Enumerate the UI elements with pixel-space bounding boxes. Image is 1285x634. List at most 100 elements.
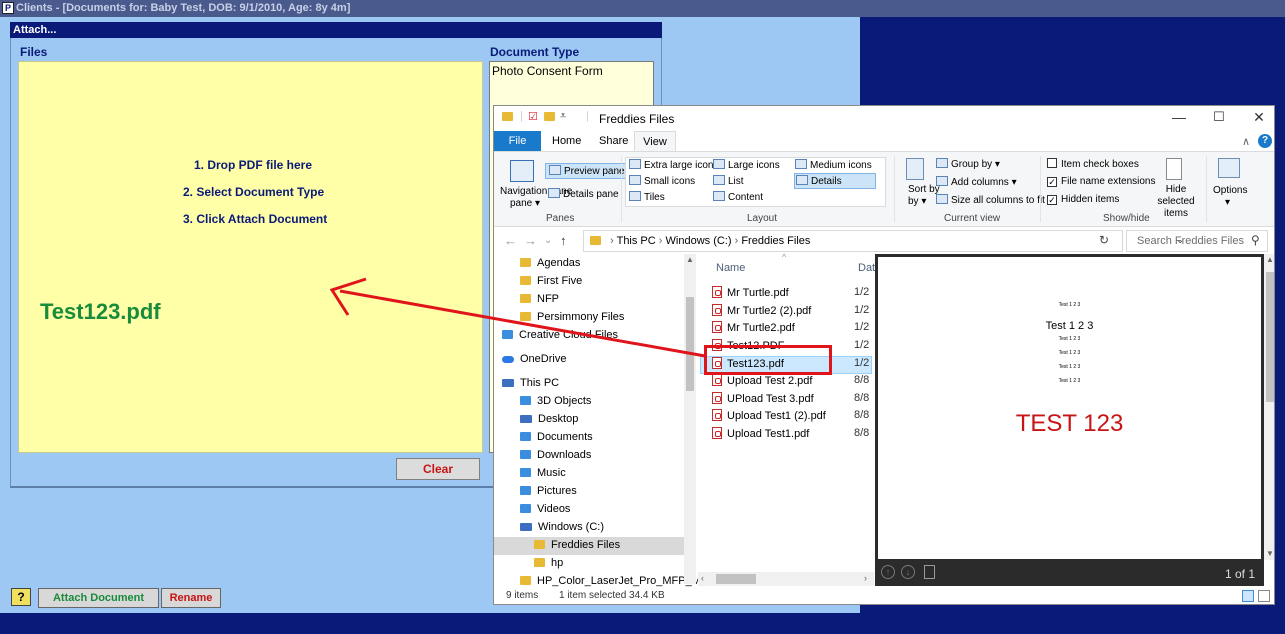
list-scroll-thumb[interactable] (716, 574, 756, 584)
options-icon[interactable] (1218, 158, 1240, 178)
layout-tiles[interactable]: Tiles (629, 191, 665, 203)
breadcrumb: › This PC › Windows (C:) › Freddies File… (590, 235, 810, 247)
nav-scroll-thumb[interactable] (686, 297, 694, 391)
next-page-icon[interactable]: ↓ (901, 565, 915, 579)
size-columns-icon (936, 194, 948, 204)
address-box[interactable]: › This PC › Windows (C:) › Freddies File… (583, 230, 1184, 252)
layout-details[interactable]: Details (794, 173, 876, 189)
list-icon (713, 175, 725, 185)
back-icon[interactable]: ← (504, 233, 517, 248)
nav-item-label: Music (537, 467, 566, 479)
nav-item[interactable]: Creative Cloud Files (502, 326, 618, 344)
sort-by-button[interactable]: Sort by (908, 184, 940, 195)
crumb-this-pc[interactable]: This PC (617, 235, 656, 247)
scroll-down-icon[interactable]: ▼ (1266, 549, 1274, 558)
search-box[interactable]: Search Freddies Files ⚲ (1126, 230, 1268, 252)
nav-item[interactable]: OneDrive (502, 350, 566, 368)
file-row[interactable]: Upload Test1.pdf 8/8 (712, 426, 874, 445)
clear-button[interactable]: Clear (396, 458, 480, 480)
file-row[interactable]: Mr Turtle2 (2).pdf 1/2 (712, 303, 874, 322)
add-columns-button[interactable]: Add columns ▾ (936, 176, 1017, 188)
attach-document-button[interactable]: Attach Document (38, 588, 159, 608)
pdf-drop-area[interactable] (18, 61, 483, 453)
navigation-pane-icon[interactable] (510, 160, 534, 182)
close-button[interactable]: ✕ (1248, 109, 1270, 126)
layout-extra-large-icons[interactable]: Extra large icons (629, 159, 718, 171)
sort-by-icon[interactable] (906, 158, 924, 180)
nav-item[interactable]: Downloads (520, 446, 591, 464)
help-button[interactable]: ? (11, 588, 31, 606)
file-name-extensions-toggle[interactable]: ✓ File name extensions (1047, 176, 1156, 187)
nav-item[interactable]: Pictures (520, 482, 577, 500)
recent-locations-icon[interactable]: ⌄ (544, 235, 552, 246)
column-header-date[interactable]: Dat (858, 262, 875, 274)
rename-button[interactable]: Rename (161, 588, 221, 608)
customize-toolbar-icon[interactable]: ⩡ (560, 110, 566, 123)
details-pane-button[interactable]: Details pane (548, 188, 619, 200)
maximize-button[interactable]: ☐ (1208, 109, 1230, 125)
scroll-left-icon[interactable]: ‹ (701, 573, 704, 583)
refresh-icon[interactable]: ↻ (1099, 233, 1109, 247)
properties-icon[interactable]: ☑ (528, 110, 538, 123)
nav-item[interactable]: Documents (520, 428, 593, 446)
document-type-item[interactable]: Photo Consent Form (492, 64, 603, 78)
nav-item[interactable]: Desktop (520, 410, 578, 428)
crumb-freddies-files[interactable]: Freddies Files (741, 235, 810, 247)
file-row[interactable]: Mr Turtle.pdf 1/2 (712, 286, 874, 304)
tab-share[interactable]: Share (599, 135, 628, 147)
help-icon[interactable]: ? (1258, 134, 1272, 148)
layout-content[interactable]: Content (713, 191, 763, 203)
scroll-right-icon[interactable]: › (864, 573, 867, 583)
layout-medium-icons[interactable]: Medium icons (795, 159, 872, 171)
details-pane-label: Details pane (563, 189, 619, 200)
nav-item[interactable]: Freddies Files (534, 536, 620, 554)
nav-item[interactable]: First Five (520, 272, 582, 290)
preview-pane-button[interactable]: Preview pane (545, 163, 629, 179)
tab-home[interactable]: Home (552, 135, 581, 147)
hide-selected-items-button[interactable]: Hide selected items (1150, 184, 1202, 220)
item-check-boxes-toggle[interactable]: Item check boxes (1047, 158, 1139, 170)
hide-selected-items-icon[interactable] (1166, 158, 1182, 180)
file-row[interactable]: Upload Test 2.pdf 8/8 (712, 374, 874, 392)
file-date: 1/2 (854, 321, 870, 334)
nav-item[interactable]: Persimmony Files (520, 308, 624, 326)
nav-item[interactable]: This PC (502, 374, 559, 392)
nav-item[interactable]: Agendas (520, 254, 580, 272)
nav-item[interactable]: Videos (520, 500, 570, 518)
new-folder-icon[interactable] (544, 111, 555, 123)
nav-item[interactable]: 3D Objects (520, 392, 591, 410)
crumb-windows-c[interactable]: Windows (C:) (666, 235, 732, 247)
tab-file[interactable]: File (494, 131, 541, 151)
column-header-name[interactable]: Name (716, 262, 745, 274)
preview-pane-icon (549, 165, 561, 175)
nav-item[interactable]: NFP (520, 290, 559, 308)
large-icons-view-icon[interactable] (1258, 590, 1270, 602)
nav-item[interactable]: Music (520, 464, 566, 482)
file-row[interactable]: Upload Test1 (2).pdf 8/8 (712, 409, 874, 427)
search-icon[interactable]: ⚲ (1251, 233, 1260, 247)
file-row[interactable]: UPload Test 3.pdf 8/8 (712, 391, 874, 410)
ribbon-collapse-icon[interactable]: ∧ (1242, 135, 1250, 148)
previous-page-icon[interactable]: ↑ (881, 565, 895, 579)
layout-small-icons[interactable]: Small icons (629, 175, 695, 187)
nav-item[interactable]: hp (534, 554, 563, 572)
scroll-up-icon[interactable]: ▲ (1266, 255, 1274, 264)
nav-item[interactable]: Windows (C:) (520, 518, 604, 536)
file-row[interactable]: Mr Turtle2.pdf 1/2 (712, 321, 874, 339)
content-icon (713, 191, 725, 201)
hidden-items-toggle[interactable]: ✓ Hidden items (1047, 194, 1119, 205)
forward-icon[interactable]: → (524, 233, 537, 248)
minimize-button[interactable]: — (1168, 109, 1190, 125)
layout-details-label: Details (811, 176, 842, 187)
layout-list[interactable]: List (713, 175, 744, 187)
preview-scroll-thumb[interactable] (1266, 272, 1274, 402)
options-button[interactable]: Options (1213, 185, 1247, 196)
group-by-button[interactable]: Group by ▾ (936, 158, 1000, 170)
layout-large-icons[interactable]: Large icons (713, 159, 780, 171)
tab-view[interactable]: View (634, 131, 676, 152)
up-icon[interactable]: ↑ (560, 233, 567, 248)
scroll-up-icon[interactable]: ▲ (686, 255, 694, 264)
nav-item-label: Windows (C:) (538, 521, 605, 533)
size-all-columns-button[interactable]: Size all columns to fit (936, 194, 1045, 206)
details-view-icon[interactable] (1242, 590, 1254, 602)
